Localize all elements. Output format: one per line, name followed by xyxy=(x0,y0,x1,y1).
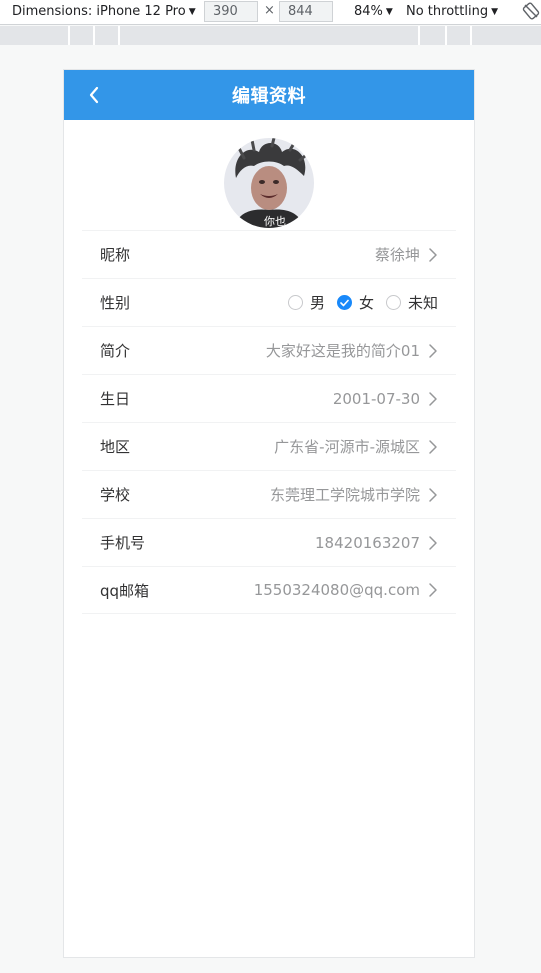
devtools-toolbar: Dimensions: iPhone 12 Pro ▼ 390 × 844 84%… xyxy=(0,0,541,25)
chevron-right-icon xyxy=(429,583,437,597)
region-label: 地区 xyxy=(100,438,131,456)
device-selector[interactable]: Dimensions: iPhone 12 Pro ▼ xyxy=(12,4,196,19)
gender-radio-female[interactable]: 女 xyxy=(336,292,374,313)
chevron-right-icon xyxy=(429,535,437,550)
chevron-right-icon xyxy=(429,343,437,358)
caret-down-icon: ▼ xyxy=(188,7,196,17)
gender-row: 性别 男 女 未知 xyxy=(82,278,456,326)
region-row[interactable]: 地区 广东省-河源市-源城区 xyxy=(82,422,456,470)
nav-bar: 编辑资料 xyxy=(64,70,474,120)
zoom-selector[interactable]: 84% ▼ xyxy=(354,4,393,19)
gender-option-label: 男 xyxy=(309,294,325,312)
chevron-left-icon xyxy=(89,86,99,104)
gender-label: 性别 xyxy=(100,294,131,312)
radio-circle-icon xyxy=(287,295,303,310)
avatar-section: 你也 xyxy=(64,120,474,230)
email-value: 1550324080@qq.com xyxy=(253,581,420,599)
caret-down-icon: ▼ xyxy=(491,7,498,17)
school-label: 学校 xyxy=(100,486,131,504)
avatar-caption: 你也 xyxy=(264,215,286,228)
back-button[interactable] xyxy=(82,83,106,107)
birthday-label: 生日 xyxy=(100,390,131,408)
throttling-label: No throttling xyxy=(406,4,489,19)
email-label: qq邮箱 xyxy=(100,581,150,600)
birthday-value: 2001-07-30 xyxy=(332,389,420,408)
region-value: 广东省-河源市-源城区 xyxy=(274,438,420,456)
radio-circle-icon xyxy=(385,295,401,310)
device-label: Dimensions: iPhone 12 Pro xyxy=(12,4,186,19)
birthday-row[interactable]: 生日 2001-07-30 xyxy=(82,374,456,422)
chevron-right-icon xyxy=(429,439,437,454)
phone-row[interactable]: 手机号 18420163207 xyxy=(82,518,456,566)
phone-label: 手机号 xyxy=(100,534,146,552)
school-value: 东莞理工学院城市学院 xyxy=(269,486,420,504)
check-circle-icon xyxy=(336,295,352,310)
gender-radio-unknown[interactable]: 未知 xyxy=(385,292,438,313)
profile-fields-list: 昵称 蔡徐坤 性别 男 女 未知 简介 大家好这是我的简介01 生日 2001-… xyxy=(82,230,456,614)
nickname-row[interactable]: 昵称 蔡徐坤 xyxy=(82,230,456,278)
gender-option-label: 女 xyxy=(358,294,374,312)
width-input[interactable]: 390 xyxy=(204,1,258,22)
height-input[interactable]: 844 xyxy=(279,1,333,22)
intro-row[interactable]: 简介 大家好这是我的简介01 xyxy=(82,326,456,374)
throttling-selector[interactable]: No throttling ▼ xyxy=(406,4,498,19)
intro-value: 大家好这是我的简介01 xyxy=(265,342,420,360)
intro-label: 简介 xyxy=(100,342,131,360)
nickname-value: 蔡徐坤 xyxy=(374,246,420,264)
avatar-image: 你也 xyxy=(224,138,314,228)
school-row[interactable]: 学校 东莞理工学院城市学院 xyxy=(82,470,456,518)
phone-viewport: 编辑资料 你也 昵称 蔡徐坤 性别 男 女 未知 简介 大家好这是我的简介01 … xyxy=(63,69,475,958)
caret-down-icon: ▼ xyxy=(385,7,393,17)
gender-radio-male[interactable]: 男 xyxy=(287,292,325,313)
nickname-label: 昵称 xyxy=(100,246,131,264)
media-query-ruler xyxy=(0,26,541,45)
gender-option-label: 未知 xyxy=(407,294,438,312)
times-sign: × xyxy=(264,3,275,18)
page-title: 编辑资料 xyxy=(232,86,306,107)
phone-value: 18420163207 xyxy=(315,533,420,552)
chevron-right-icon xyxy=(429,391,437,406)
avatar[interactable]: 你也 xyxy=(224,138,314,228)
email-row[interactable]: qq邮箱 1550324080@qq.com xyxy=(82,566,456,614)
rotate-icon[interactable] xyxy=(522,2,540,20)
chevron-right-icon xyxy=(429,247,437,262)
gender-radio-group: 男 女 未知 xyxy=(276,292,438,313)
zoom-label: 84% xyxy=(354,4,383,19)
chevron-right-icon xyxy=(429,487,437,502)
